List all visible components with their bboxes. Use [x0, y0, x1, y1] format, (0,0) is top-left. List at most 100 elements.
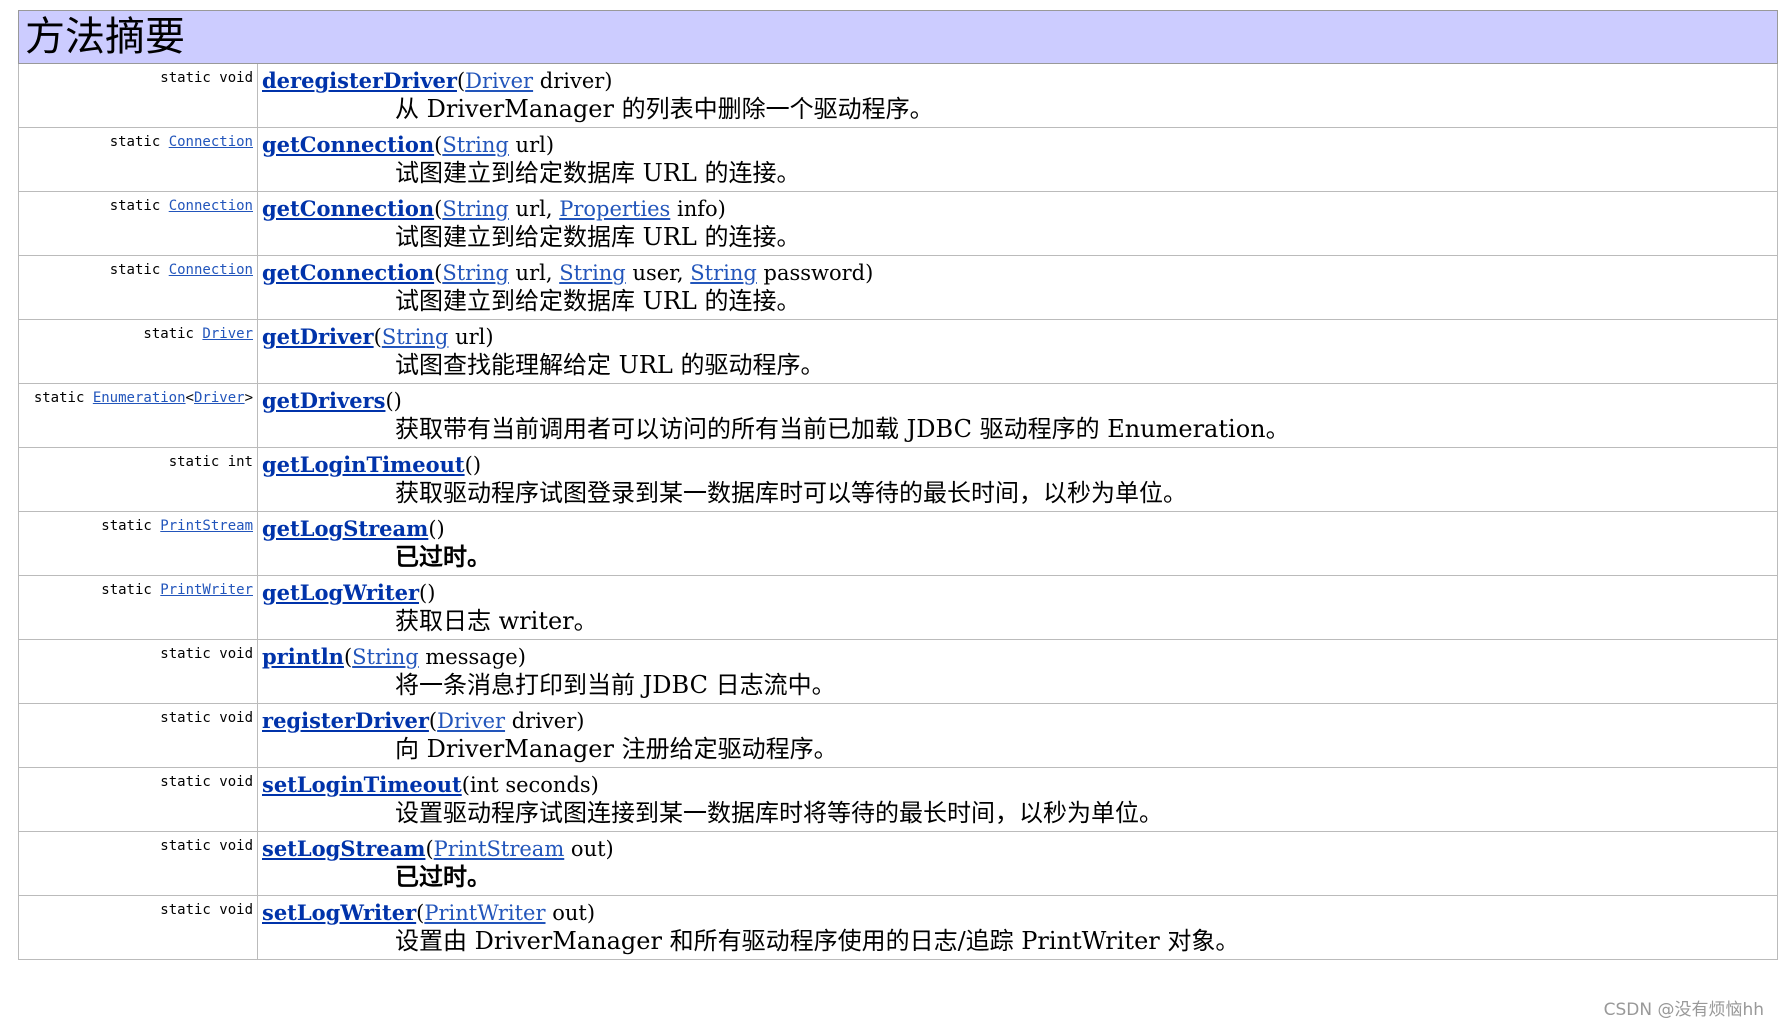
- modifier-text: static void: [160, 646, 253, 662]
- return-type-cell: static void: [18, 767, 258, 832]
- method-name-link[interactable]: getLoginTimeout: [262, 452, 465, 477]
- method-cell: getLogStream() 已过时。: [257, 511, 1778, 576]
- method-name-link[interactable]: getConnection: [262, 132, 434, 157]
- method-cell: deregisterDriver(Driver driver) 从 DriverM…: [257, 63, 1778, 128]
- method-cell: getConnection(String url) 试图建立到给定数据库 URL …: [257, 127, 1778, 192]
- paren-close: ): [485, 325, 494, 349]
- method-description: 已过时。: [395, 542, 491, 571]
- param-name: out: [564, 837, 606, 861]
- param-name: url: [508, 133, 546, 157]
- method-cell: setLogWriter(PrintWriter out) 设置由 DriverM…: [257, 895, 1778, 960]
- paren-open: (: [428, 709, 438, 733]
- method-name-link[interactable]: println: [262, 644, 344, 669]
- method-rows: static void deregisterDriver(Driver drive…: [18, 63, 1778, 960]
- paren-close: ): [393, 389, 402, 413]
- paren-close: ): [865, 261, 874, 285]
- table-row: static PrintWriter getLogWriter() 获取日志 wri…: [18, 575, 1778, 640]
- method-name-link[interactable]: setLogStream: [262, 836, 425, 861]
- return-type-link[interactable]: Connection: [169, 198, 253, 214]
- param-type-link[interactable]: PrintStream: [434, 837, 565, 861]
- return-type-link[interactable]: PrintStream: [160, 518, 253, 534]
- method-signature: setLogWriter(PrintWriter out): [262, 900, 1777, 926]
- param-type-link[interactable]: PrintWriter: [424, 901, 545, 925]
- method-name-link[interactable]: getConnection: [262, 260, 434, 285]
- paren-open: (: [373, 325, 382, 349]
- method-signature: getDrivers(): [262, 388, 1777, 414]
- param-type-link[interactable]: String: [442, 197, 509, 221]
- return-type-cell: static Enumeration<Driver>: [18, 383, 258, 448]
- return-type-cell: static void: [18, 63, 258, 128]
- paren-close: ): [427, 581, 436, 605]
- paren-open: (: [343, 645, 353, 669]
- method-name-link[interactable]: getLogWriter: [262, 580, 419, 605]
- param-type-link[interactable]: Properties: [559, 197, 670, 221]
- method-cell: getDrivers() 获取带有当前调用者可以访问的所有当前已加载 JDBC 驱…: [257, 383, 1778, 448]
- paren-close: ): [545, 133, 555, 157]
- method-cell: println(String message) 将一条消息打印到当前 JDBC 日…: [257, 639, 1778, 704]
- return-type-generic-link[interactable]: Driver: [194, 390, 245, 406]
- param-type-link[interactable]: String: [442, 261, 509, 285]
- method-cell: getDriver(String url) 试图查找能理解给定 URL 的驱动程序…: [257, 319, 1778, 384]
- method-cell: setLoginTimeout(int seconds) 设置驱动程序试图连接到某…: [257, 767, 1778, 832]
- param-separator: ,: [676, 261, 691, 285]
- return-type-link[interactable]: Enumeration: [93, 390, 186, 406]
- paren-close: ): [586, 901, 596, 925]
- table-row: static Connection getConnection(String ur…: [18, 191, 1778, 256]
- table-row: static void println(String message) 将一条消息打…: [18, 639, 1778, 704]
- method-description: 试图建立到给定数据库 URL 的连接。: [395, 159, 801, 187]
- method-name-link[interactable]: setLoginTimeout: [262, 772, 462, 797]
- param-type-link[interactable]: Driver: [437, 709, 505, 733]
- method-name-link[interactable]: registerDriver: [262, 708, 429, 733]
- method-signature: getDriver(String url): [262, 324, 1777, 350]
- return-type-cell: static void: [18, 895, 258, 960]
- return-type-link[interactable]: Driver: [202, 326, 253, 342]
- paren-close: ): [472, 453, 482, 477]
- return-type-cell: static void: [18, 703, 258, 768]
- param-type: int: [469, 773, 499, 797]
- return-type-link[interactable]: Connection: [169, 262, 253, 278]
- param-type-link[interactable]: String: [559, 261, 626, 285]
- method-name-link[interactable]: deregisterDriver: [262, 68, 457, 93]
- method-description: 试图查找能理解给定 URL 的驱动程序。: [395, 351, 825, 379]
- modifier-text: static void: [160, 838, 253, 854]
- param-name: password: [756, 261, 866, 285]
- modifier-text: static: [143, 326, 194, 342]
- param-separator: ,: [545, 197, 560, 221]
- paren-close: ): [576, 709, 585, 733]
- param-type-link[interactable]: String: [690, 261, 757, 285]
- method-signature: getConnection(String url): [262, 132, 1777, 158]
- return-type-cell: static Connection: [18, 191, 258, 256]
- method-description: 已过时。: [395, 862, 491, 891]
- param-name: out: [545, 901, 587, 925]
- table-row: static PrintStream getLogStream() 已过时。: [18, 511, 1778, 576]
- method-description: 设置由 DriverManager 和所有驱动程序使用的日志/追踪 PrintW…: [395, 927, 1240, 955]
- table-title: 方法摘要: [18, 10, 1778, 64]
- method-name-link[interactable]: setLogWriter: [262, 900, 416, 925]
- paren-close: ): [517, 645, 526, 669]
- param-type-link[interactable]: String: [352, 645, 419, 669]
- paren-open: (: [464, 453, 473, 477]
- return-type-link[interactable]: PrintWriter: [160, 582, 253, 598]
- method-signature: deregisterDriver(Driver driver): [262, 68, 1777, 94]
- return-type-cell: static Connection: [18, 255, 258, 320]
- table-row: static void setLoginTimeout(int seconds) 设…: [18, 767, 1778, 832]
- param-type-link[interactable]: String: [442, 133, 509, 157]
- method-signature: setLogStream(PrintStream out): [262, 836, 1777, 862]
- method-name-link[interactable]: getConnection: [262, 196, 434, 221]
- method-name-link[interactable]: getDriver: [262, 324, 374, 349]
- return-type-cell: static void: [18, 639, 258, 704]
- param-type-link[interactable]: Driver: [465, 69, 533, 93]
- modifier-text: static int: [168, 454, 253, 470]
- method-cell: getConnection(String url, String user, S…: [257, 255, 1778, 320]
- method-name-link[interactable]: getDrivers: [262, 388, 385, 413]
- return-type-link[interactable]: Connection: [169, 134, 253, 150]
- method-description: 获取日志 writer。: [395, 607, 598, 635]
- return-type-cell: static Connection: [18, 127, 258, 192]
- method-signature: getLogStream(): [262, 516, 1777, 542]
- table-row: static Enumeration<Driver> getDrivers() 获取…: [18, 383, 1778, 448]
- method-signature: println(String message): [262, 644, 1777, 670]
- method-name-link[interactable]: getLogStream: [262, 516, 428, 541]
- param-type-link[interactable]: String: [382, 325, 449, 349]
- table-row: static int getLoginTimeout() 获取驱动程序试图登录到某一…: [18, 447, 1778, 512]
- method-signature: getLogWriter(): [262, 580, 1777, 606]
